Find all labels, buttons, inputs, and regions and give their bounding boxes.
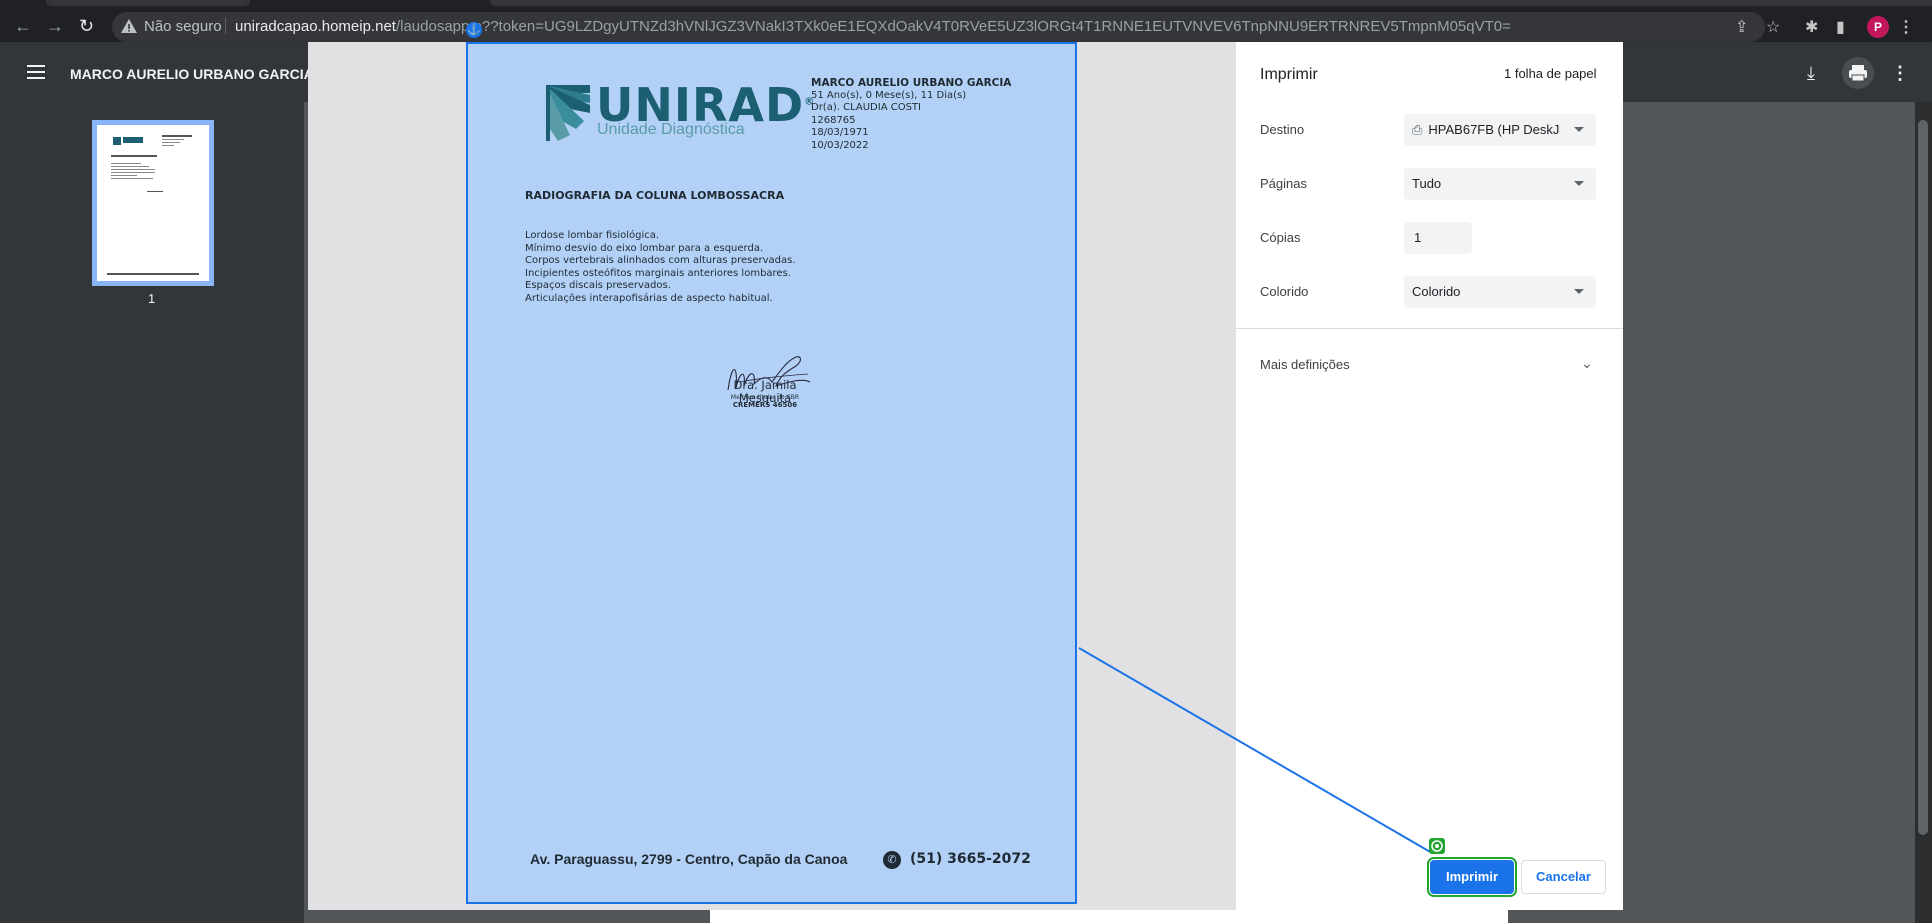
hamburger-menu-icon[interactable] <box>27 65 45 79</box>
birth-date: 18/03/1971 <box>811 127 869 138</box>
finding-line: Espaços discais preservados. <box>525 280 671 291</box>
sheet-count: 1 folha de papel <box>1504 66 1597 81</box>
color-value: Colorido <box>1412 284 1461 299</box>
footer-phone: (51) 3665-2072 <box>910 851 1031 867</box>
url-host: uniradcapao.homeip.net <box>235 18 396 35</box>
page-thumbnail[interactable] <box>92 120 214 286</box>
star-icon[interactable]: ☆ <box>1766 17 1780 37</box>
target-marker-icon <box>1429 838 1445 854</box>
printer-icon: ⎙ <box>1412 122 1423 137</box>
tab-strip-left <box>46 0 250 6</box>
scrollbar-thumb[interactable] <box>1918 120 1928 835</box>
anchor-icon: ⚓ <box>466 22 482 38</box>
requesting-doctor: Dr(a). CLAUDIA COSTI <box>811 102 921 113</box>
reload-icon[interactable]: ↻ <box>79 17 94 35</box>
color-label: Colorido <box>1260 284 1309 299</box>
print-icon-button[interactable] <box>1842 57 1874 89</box>
cancel-button[interactable]: Cancelar <box>1521 860 1606 894</box>
document-title: MARCO AURELIO URBANO GARCIA <box>70 66 314 82</box>
preview-page[interactable] <box>466 42 1077 904</box>
tab-strip-right <box>490 0 1932 6</box>
back-icon[interactable]: ← <box>14 17 32 35</box>
unirad-logo-icon <box>546 85 590 141</box>
dropdown-arrow-icon <box>1574 289 1584 294</box>
finding-line: Lordose lombar fisiológica. <box>525 230 660 241</box>
finding-line: Corpos vertebrais alinhados com alturas … <box>525 255 796 266</box>
url-path: /laudosapp.p??token=UG9LZDgyUTNZd3hVNlJG… <box>395 18 1511 35</box>
finding-line: Mínimo desvio do eixo lombar para a esqu… <box>525 242 764 254</box>
thumbnail-page-number: 1 <box>148 291 156 306</box>
finding-line: Incipientes osteófitos marginais anterio… <box>525 267 791 279</box>
profile-avatar[interactable]: P <box>1867 16 1889 38</box>
patient-age: 51 Ano(s), 0 Mese(s), 11 Dia(s) <box>811 89 967 101</box>
forward-icon[interactable]: → <box>46 17 64 35</box>
panel-divider <box>1236 328 1623 329</box>
more-settings-toggle[interactable]: Mais definições <box>1260 357 1350 372</box>
footer-address: Av. Paraguassu, 2799 - Centro, Capão da … <box>530 851 848 867</box>
print-button[interactable]: Imprimir <box>1427 857 1517 897</box>
address-separator <box>225 18 226 34</box>
thumbnail-page-image <box>97 125 209 281</box>
side-panel-icon[interactable]: ▮ <box>1836 17 1845 37</box>
signatory-registration: CREMERS 46506 <box>732 401 798 409</box>
dropdown-arrow-icon <box>1574 127 1584 132</box>
logo-subtitle: Unidade Diagnóstica <box>597 121 745 138</box>
copies-input[interactable]: 1 <box>1404 222 1472 254</box>
color-select[interactable]: Colorido <box>1404 276 1596 308</box>
findings-list: Lordose lombar fisiológica. Mínimo desvi… <box>525 230 885 305</box>
pages-value: Tudo <box>1412 176 1442 191</box>
url-text[interactable]: uniradcapao.homeip.net/laudosapp.p??toke… <box>235 18 1735 35</box>
exam-title: RADIOGRAFIA DA COLUNA LOMBOSSACRA <box>525 189 785 202</box>
download-icon[interactable]: ⤓ <box>1807 63 1815 84</box>
record-number: 1268765 <box>811 114 856 126</box>
browser-menu-icon[interactable]: ⋮ <box>1898 17 1914 37</box>
extensions-icon[interactable]: ✱ <box>1805 17 1818 37</box>
more-options-icon[interactable]: ⋮ <box>1891 63 1909 84</box>
print-dialog-title: Imprimir <box>1260 66 1318 83</box>
finding-line: Articulações interapofisárias de aspecto… <box>525 292 773 304</box>
destination-select[interactable]: ⎙ HPAB67FB (HP DeskJ <box>1404 114 1596 146</box>
patient-info: MARCO AURELIO URBANO GARCIA 51 Ano(s), 0… <box>811 77 1011 152</box>
whatsapp-icon: ✆ <box>883 851 901 869</box>
target-ring-icon <box>1431 840 1443 852</box>
dropdown-arrow-icon <box>1574 181 1584 186</box>
exam-date: 10/03/2022 <box>811 139 869 151</box>
security-label[interactable]: Não seguro <box>144 18 222 35</box>
printer-icon <box>1849 65 1867 82</box>
destination-label: Destino <box>1260 122 1305 137</box>
destination-value: HPAB67FB (HP DeskJ <box>1428 122 1560 137</box>
pages-label: Páginas <box>1260 176 1307 191</box>
chevron-down-icon[interactable]: ⌄ <box>1581 355 1593 372</box>
pages-select[interactable]: Tudo <box>1404 168 1596 200</box>
copies-label: Cópias <box>1260 230 1301 245</box>
warning-icon[interactable] <box>120 18 138 34</box>
share-icon[interactable]: ⇪ <box>1735 17 1748 37</box>
patient-name: MARCO AURELIO URBANO GARCIA <box>811 77 1012 89</box>
